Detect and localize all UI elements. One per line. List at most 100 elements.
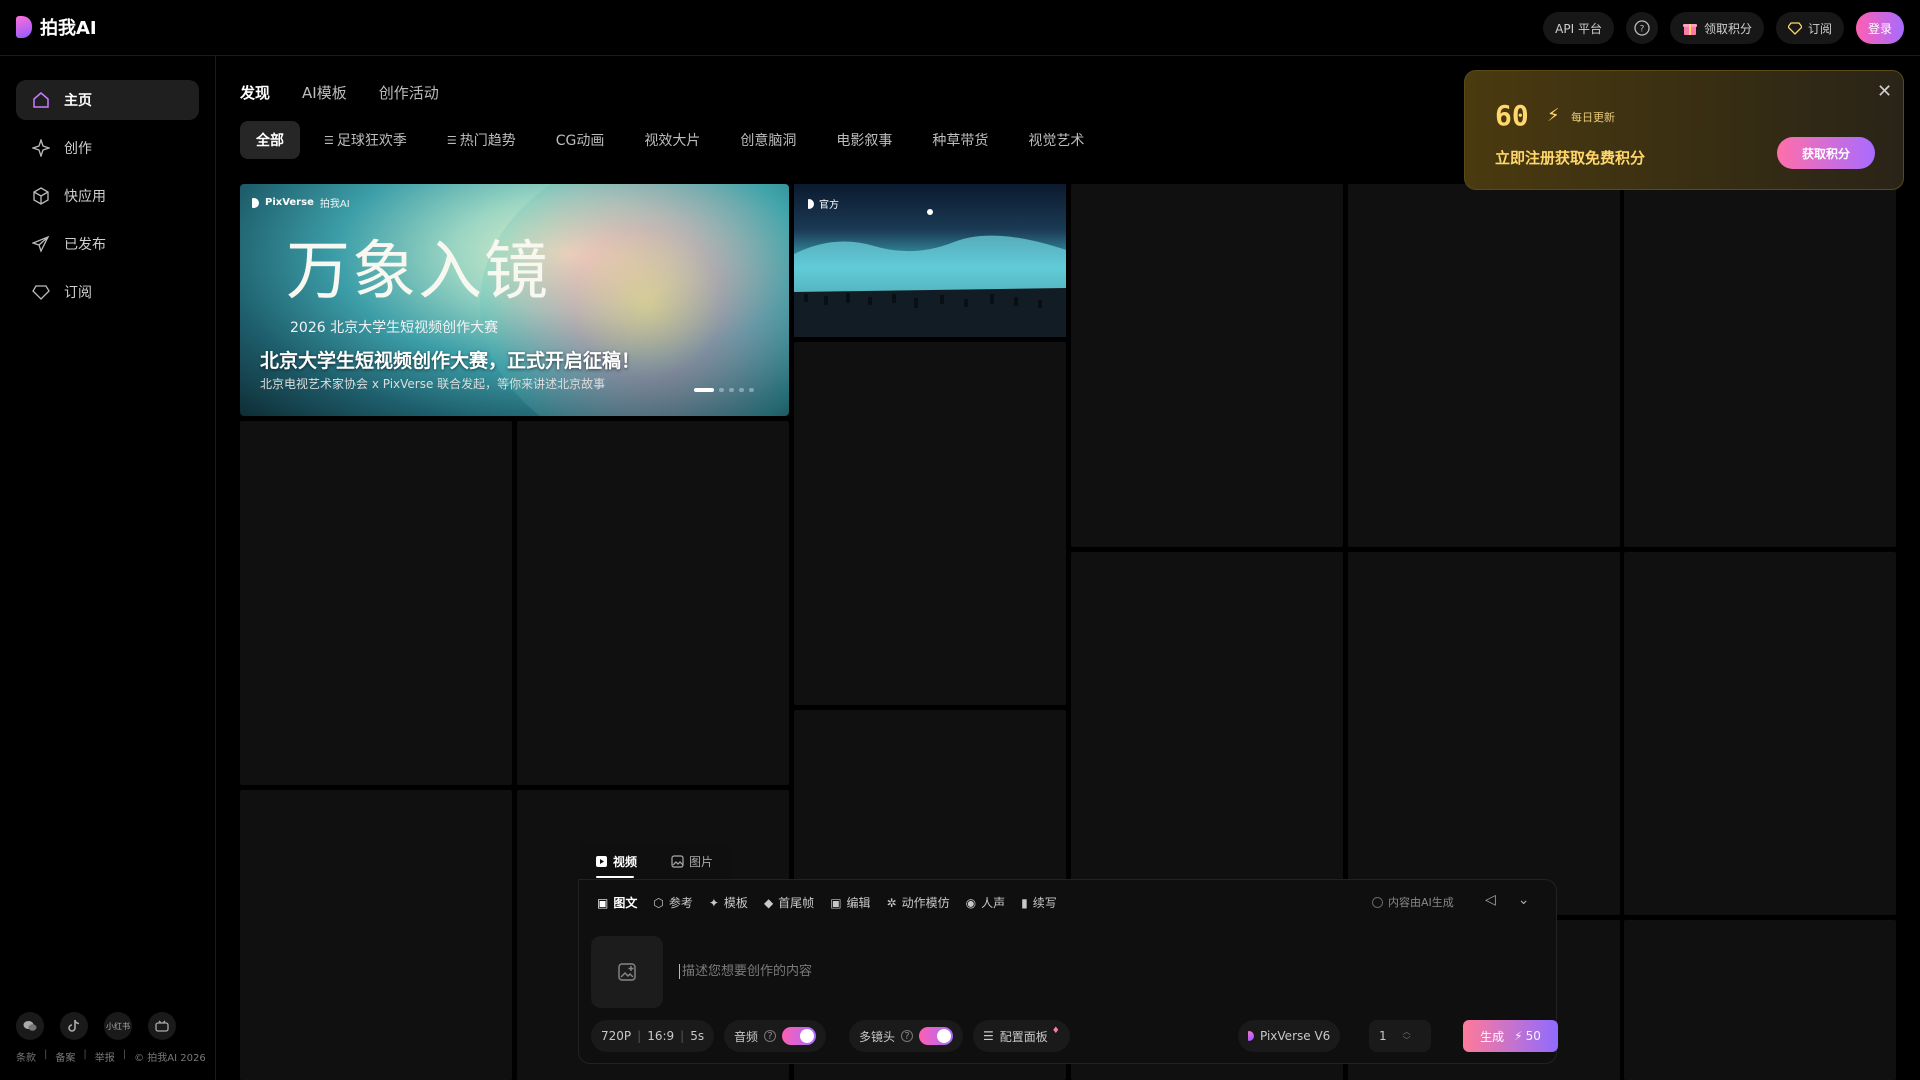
tab-image[interactable]: 图片 (654, 842, 730, 880)
grid-tile[interactable] (517, 421, 789, 785)
carousel-dot[interactable] (729, 388, 734, 392)
carousel-dot[interactable] (739, 388, 744, 392)
tab-discover[interactable]: 发现 (240, 82, 270, 103)
api-platform-button[interactable]: API 平台 (1543, 12, 1614, 44)
chip-label: 足球狂欢季 (336, 133, 407, 149)
chip-visual-art[interactable]: 视觉艺术 (1012, 121, 1100, 159)
carousel-dot[interactable] (694, 388, 714, 392)
sidebar-item-subscribe[interactable]: 订阅 (16, 272, 199, 312)
help-icon[interactable]: ? (764, 1030, 777, 1042)
carousel-dots (694, 388, 754, 392)
sidebar-item-label: 主页 (64, 93, 92, 109)
sidebar-item-create[interactable]: 创作 (16, 128, 199, 168)
tool-voice[interactable]: ◉ 人声 (966, 894, 1006, 911)
reference-icon: ⬡ (653, 895, 664, 910)
hero-banner[interactable]: PixVerse 拍我AI 万象入镜 2026 北京大学生短视频创作大赛 北京大… (240, 184, 789, 416)
promo-tag: 每日更新 (1571, 111, 1615, 124)
stepper-arrows-icon[interactable]: ︿ ﹀ (1403, 1027, 1411, 1045)
grid-tile[interactable] (240, 790, 512, 1080)
sidebar-item-label: 订阅 (64, 285, 92, 301)
composer-tools: ▣ 图文 ⬡ 参考 ✦ 模板 ◆ 首尾帧 ▣ 编辑 ✲ 动作模仿 ◉ 人声 ▮ 续写 (597, 894, 1057, 911)
grid-tile[interactable] (794, 342, 1066, 705)
top-bar: 拍我AI API 平台 ? 领取积分 订阅 登录 (0, 0, 1920, 56)
grid-tile[interactable] (240, 421, 512, 785)
upload-image-button[interactable] (591, 936, 663, 1008)
diamond-icon (32, 285, 50, 300)
login-button[interactable]: 登录 (1855, 12, 1904, 44)
prompt-input[interactable] (679, 964, 1519, 979)
grid-tile[interactable] (1071, 552, 1343, 915)
chip-cg-animation[interactable]: CG动画 (540, 121, 621, 159)
model-select[interactable]: PixVerse V6 (1238, 1020, 1341, 1052)
chevron-down-icon[interactable]: ⌄ (1518, 892, 1530, 908)
chip-product[interactable]: 种草带货 (916, 121, 1004, 159)
chip-trending[interactable]: ☰ 热门趋势 (431, 121, 532, 159)
subscribe-button[interactable]: 订阅 (1775, 12, 1844, 44)
help-button[interactable]: ? (1625, 12, 1658, 44)
tool-extend[interactable]: ▮ 续写 (1021, 894, 1057, 911)
generate-button[interactable]: 生成 ⚡ 50 (1463, 1020, 1558, 1052)
info-circle-icon (1372, 896, 1383, 908)
duration-value: 5s (690, 1029, 705, 1043)
sidebar-item-label: 创作 (64, 141, 92, 157)
sidebar-item-published[interactable]: 已发布 (16, 224, 199, 264)
pixverse-logo-icon (1248, 1031, 1254, 1041)
tool-template[interactable]: ✦ 模板 (709, 894, 748, 911)
grid-tile[interactable] (1348, 552, 1620, 915)
footer-link-icp[interactable]: 备案 (55, 1049, 75, 1064)
logo[interactable]: 拍我AI (16, 14, 97, 40)
video-settings-button[interactable]: 720P | 16:9 | 5s (591, 1020, 715, 1052)
get-points-button[interactable]: 获取积分 (1777, 137, 1875, 169)
list-icon: ☰ (324, 133, 334, 147)
carousel-dot[interactable] (719, 388, 724, 392)
grid-tile[interactable] (1624, 552, 1896, 915)
extend-icon: ▮ (1021, 895, 1028, 910)
tab-label: 图片 (688, 854, 713, 869)
tool-image-text[interactable]: ▣ 图文 (597, 894, 637, 911)
chip-creative[interactable]: 创意脑洞 (724, 121, 812, 159)
bilibili-icon[interactable] (148, 1012, 176, 1040)
config-panel-button[interactable]: ☰ 配置面板 ♦ (973, 1020, 1070, 1052)
send-icon (32, 235, 50, 253)
tab-label: 视频 (612, 854, 637, 869)
carousel-dot[interactable] (749, 388, 754, 392)
grid-tile[interactable] (1348, 184, 1620, 547)
video-card-glacier[interactable]: 官方 (794, 184, 1066, 337)
tab-events[interactable]: 创作活动 (379, 82, 439, 103)
clear-icon[interactable]: ◁ (1485, 892, 1496, 908)
close-icon[interactable]: ✕ (1877, 81, 1892, 102)
chip-vfx[interactable]: 视效大片 (628, 121, 716, 159)
gift-icon (1682, 24, 1697, 35)
grid-tile[interactable] (1624, 184, 1896, 547)
footer-link-report[interactable]: 举报 (95, 1049, 115, 1064)
sidebar-item-quick-apps[interactable]: 快应用 (16, 176, 199, 216)
home-icon (33, 92, 49, 108)
help-icon[interactable]: ? (901, 1030, 914, 1042)
tool-edit[interactable]: ▣ 编辑 (830, 894, 870, 911)
grid-tile[interactable] (1071, 184, 1343, 547)
promo-card: 60 ⚡ 每日更新 立即注册获取免费积分 获取积分 ✕ (1464, 70, 1904, 190)
multi-shot-toggle[interactable] (919, 1027, 954, 1045)
wechat-icon[interactable] (16, 1012, 44, 1040)
tool-reference[interactable]: ⬡ 参考 (653, 894, 693, 911)
claim-points-button[interactable]: 领取积分 (1669, 12, 1764, 44)
chip-football[interactable]: ☰ 足球狂欢季 (308, 121, 423, 159)
help-icon: ? (1634, 20, 1650, 36)
grid-tile[interactable] (1624, 920, 1896, 1080)
tab-video[interactable]: 视频 (578, 842, 654, 880)
count-stepper[interactable]: 1 ︿ ﹀ (1369, 1020, 1431, 1052)
diamond-icon (1787, 22, 1802, 35)
chip-label: 热门趋势 (459, 133, 516, 149)
chip-film[interactable]: 电影叙事 (820, 121, 908, 159)
tool-keyframes[interactable]: ◆ 首尾帧 (764, 894, 814, 911)
xiaohongshu-icon[interactable]: 小红书 (104, 1012, 132, 1040)
composer-actions: ◁ ⌄ (1485, 892, 1530, 908)
hero-brand-2: 拍我AI (319, 199, 350, 210)
chip-all[interactable]: 全部 (240, 121, 300, 159)
tool-motion-mimic[interactable]: ✲ 动作模仿 (887, 894, 950, 911)
tab-ai-templates[interactable]: AI模板 (302, 82, 347, 103)
tiktok-icon[interactable] (60, 1012, 88, 1040)
footer-link-terms[interactable]: 条款 (16, 1049, 36, 1064)
audio-toggle[interactable] (782, 1027, 817, 1045)
sidebar-item-home[interactable]: 主页 (16, 80, 199, 120)
